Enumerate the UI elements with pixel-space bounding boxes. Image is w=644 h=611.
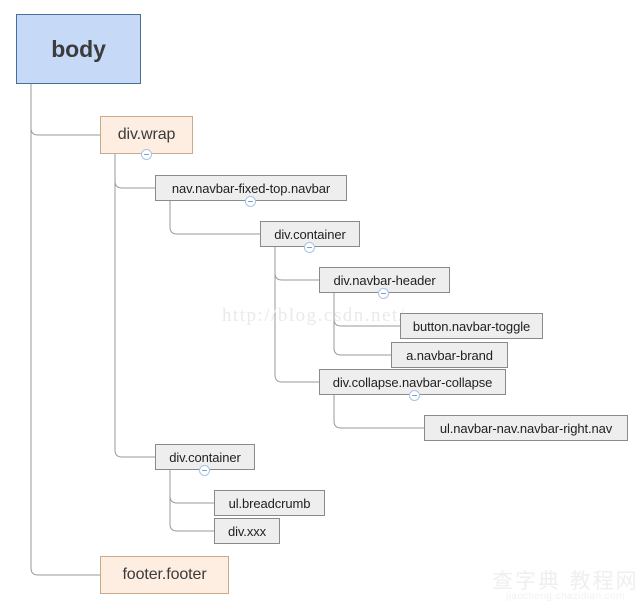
minus-circle-icon[interactable] <box>141 149 152 160</box>
tree-node-divxxx[interactable]: div.xxx <box>214 518 280 544</box>
tree-node-navbarnav[interactable]: ul.navbar-nav.navbar-right.nav <box>424 415 628 441</box>
tree-node-label: body <box>51 35 106 62</box>
tree-node-label: div.container <box>274 226 346 242</box>
tree-node-label: ul.navbar-nav.navbar-right.nav <box>439 420 613 436</box>
tree-node-label: div.xxx <box>227 523 267 539</box>
tree-node-label: footer.footer <box>122 566 207 583</box>
tree-node-footer[interactable]: footer.footer <box>100 556 229 594</box>
diagram-canvas: http://blog.csdn.net/ 查字典 教程网 jiaocheng.… <box>0 0 644 611</box>
minus-circle-icon[interactable] <box>304 242 315 253</box>
minus-circle-icon[interactable] <box>245 196 256 207</box>
tree-node-label: div.container <box>169 449 241 465</box>
minus-glyph <box>248 201 253 202</box>
minus-glyph <box>144 154 149 155</box>
minus-circle-icon[interactable] <box>378 288 389 299</box>
tree-node-breadcrumb[interactable]: ul.breadcrumb <box>214 490 325 516</box>
tree-node-label: div.wrap <box>117 126 176 143</box>
tree-node-label: a.navbar-brand <box>406 347 493 363</box>
tree-node-label: div.collapse.navbar-collapse <box>332 374 493 390</box>
site-brand-logo: 查字典 教程网 jiaocheng.chazidian.com <box>492 570 639 603</box>
minus-glyph <box>381 293 386 294</box>
tree-node-body[interactable]: body <box>16 14 141 84</box>
tree-node-navbartoggle[interactable]: button.navbar-toggle <box>400 313 543 339</box>
tree-edge <box>169 470 214 532</box>
brand-name: 查字典 教程网 <box>492 569 639 593</box>
tree-edge <box>30 84 100 136</box>
tree-node-label: button.navbar-toggle <box>412 318 531 334</box>
watermark-text: http://blog.csdn.net/ <box>222 305 406 326</box>
minus-glyph <box>307 247 312 248</box>
tree-node-navbarbrand[interactable]: a.navbar-brand <box>391 342 508 368</box>
tree-edge <box>114 154 155 458</box>
minus-circle-icon[interactable] <box>199 465 210 476</box>
minus-circle-icon[interactable] <box>409 390 420 401</box>
tree-edge <box>30 84 100 576</box>
brand-url: jiaocheng.chazidian.com <box>505 591 625 603</box>
tree-node-label: nav.navbar-fixed-top.navbar <box>171 180 331 196</box>
tree-node-label: div.navbar-header <box>333 272 436 288</box>
tree-node-label: ul.breadcrumb <box>228 495 311 511</box>
minus-glyph <box>202 470 207 471</box>
minus-glyph <box>412 395 417 396</box>
